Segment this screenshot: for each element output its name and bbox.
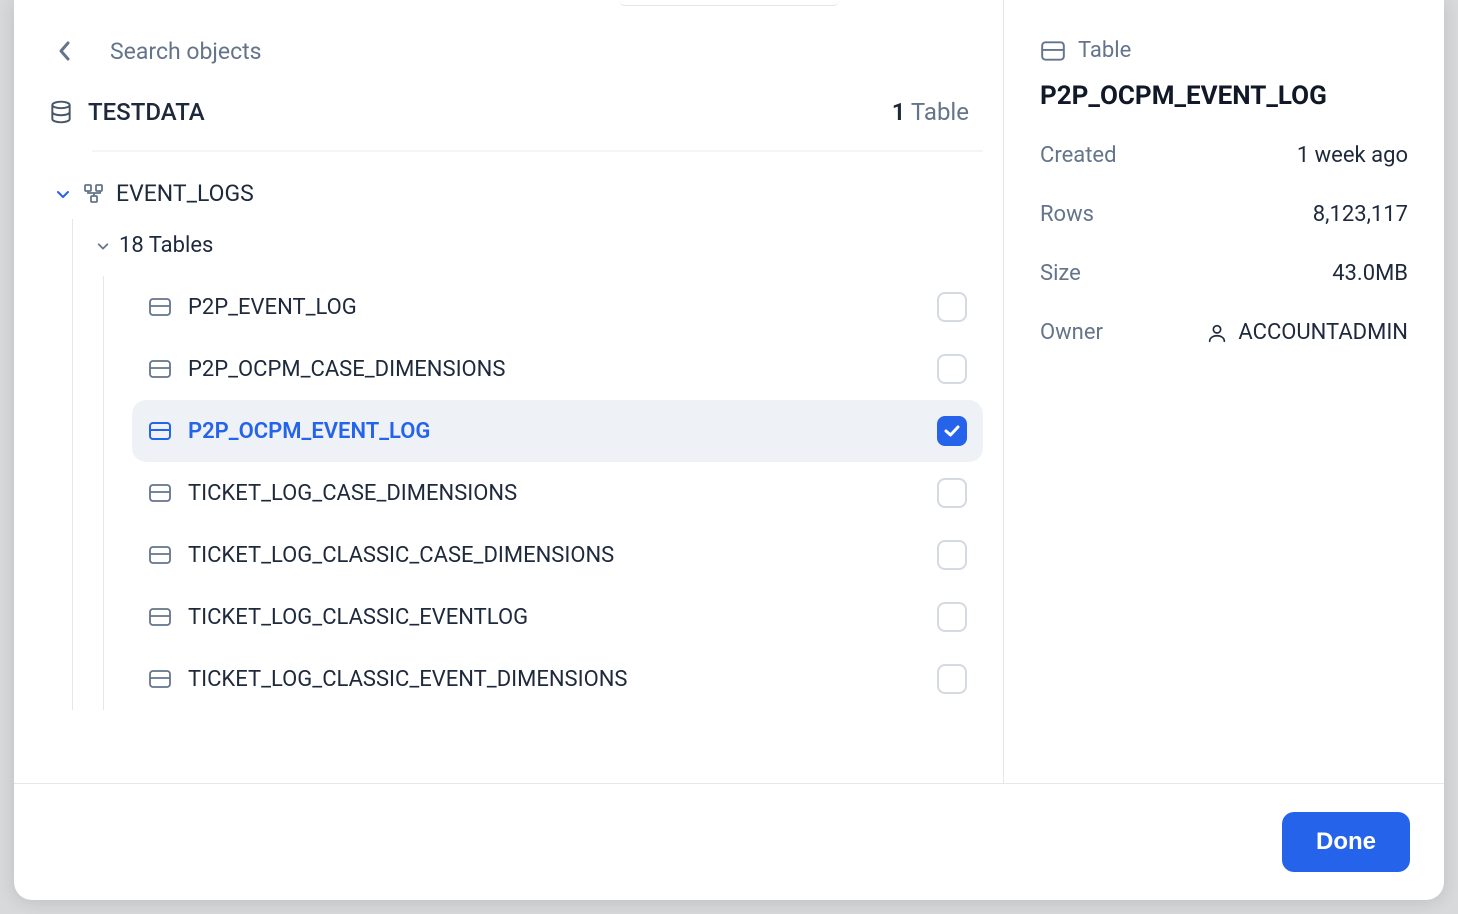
table-item[interactable]: TICKET_LOG_CLASSIC_CASE_DIMENSIONS [132, 524, 983, 586]
table-icon [148, 359, 172, 379]
table-name: TICKET_LOG_CLASSIC_EVENTLOG [188, 605, 921, 630]
table-checkbox[interactable] [937, 540, 967, 570]
meta-value: ACCOUNTADMIN [1206, 320, 1408, 345]
table-checkbox[interactable] [937, 416, 967, 446]
dialog-body: Search objects TESTDATA 1 Table [14, 0, 1444, 783]
object-browser-dialog: Search objects TESTDATA 1 Table [14, 0, 1444, 900]
database-icon [48, 99, 74, 125]
meta-row-rows: Rows 8,123,117 [1040, 192, 1408, 237]
table-item[interactable]: P2P_OCPM_CASE_DIMENSIONS [132, 338, 983, 400]
table-item[interactable]: P2P_EVENT_LOG [132, 276, 983, 338]
table-name: TICKET_LOG_CLASSIC_CASE_DIMENSIONS [188, 543, 921, 568]
meta-value: 8,123,117 [1313, 202, 1408, 227]
schema-row[interactable]: EVENT_LOGS [48, 170, 983, 219]
app-window: Search objects TESTDATA 1 Table [0, 0, 1458, 914]
table-name: TICKET_LOG_CASE_DIMENSIONS [188, 481, 921, 506]
search-input[interactable]: Search objects [110, 38, 969, 65]
meta-row-size: Size 43.0MB [1040, 251, 1408, 296]
object-kind-label: Table [1078, 38, 1131, 63]
table-name: P2P_EVENT_LOG [188, 295, 921, 320]
table-icon [148, 607, 172, 627]
table-name: P2P_OCPM_EVENT_LOG [188, 419, 921, 444]
database-name: TESTDATA [88, 98, 205, 126]
table-checkbox[interactable] [937, 664, 967, 694]
table-icon [148, 545, 172, 565]
table-icon [148, 421, 172, 441]
chevron-down-icon [54, 185, 72, 203]
meta-label: Owner [1040, 320, 1103, 345]
meta-label: Size [1040, 261, 1081, 286]
selection-count-number: 1 [892, 98, 906, 126]
user-icon [1206, 322, 1228, 344]
dialog-footer: Done [14, 783, 1444, 900]
header-row: Search objects [14, 0, 1003, 88]
truncated-row [92, 150, 983, 156]
object-title: P2P_OCPM_EVENT_LOG [1040, 81, 1408, 111]
table-item[interactable]: P2P_OCPM_EVENT_LOG [132, 400, 983, 462]
schema-children: 18 Tables P2P_EVENT_LOG [72, 219, 983, 710]
table-icon [148, 483, 172, 503]
database-row: TESTDATA 1 Table [14, 88, 1003, 150]
tables-group-label: 18 Tables [119, 233, 213, 258]
tables-list: P2P_EVENT_LOG P2P_OCPM_CASE_DIMENSIONS [103, 276, 983, 710]
schema-name: EVENT_LOGS [116, 180, 254, 207]
table-icon [1040, 40, 1066, 62]
table-name: TICKET_LOG_CLASSIC_EVENT_DIMENSIONS [188, 667, 921, 692]
meta-row-created: Created 1 week ago [1040, 133, 1408, 178]
table-icon [148, 297, 172, 317]
table-checkbox[interactable] [937, 354, 967, 384]
details-pane: Table P2P_OCPM_EVENT_LOG Created 1 week … [1004, 0, 1444, 783]
object-tree: EVENT_LOGS 18 Tables [14, 150, 1003, 710]
tree-scroll[interactable]: EVENT_LOGS 18 Tables [14, 150, 1003, 783]
meta-label: Rows [1040, 202, 1094, 227]
meta-value: 43.0MB [1332, 261, 1408, 286]
chevron-left-icon [57, 39, 73, 63]
object-kind-row: Table [1040, 38, 1408, 63]
table-checkbox[interactable] [937, 478, 967, 508]
table-item[interactable]: TICKET_LOG_CASE_DIMENSIONS [132, 462, 983, 524]
done-button[interactable]: Done [1282, 812, 1410, 872]
table-checkbox[interactable] [937, 602, 967, 632]
table-item[interactable]: TICKET_LOG_CLASSIC_EVENT_DIMENSIONS [132, 648, 983, 710]
table-icon [148, 669, 172, 689]
selection-count: 1 Table [892, 98, 969, 126]
meta-label: Created [1040, 143, 1116, 168]
tables-group-row[interactable]: 18 Tables [91, 219, 983, 276]
chevron-down-icon [95, 238, 111, 254]
schema-icon [82, 182, 106, 206]
table-checkbox[interactable] [937, 292, 967, 322]
browser-pane: Search objects TESTDATA 1 Table [14, 0, 1004, 783]
database-label: TESTDATA [48, 98, 205, 126]
dialog-handle [619, 0, 839, 6]
owner-name: ACCOUNTADMIN [1238, 320, 1408, 345]
table-item[interactable]: TICKET_LOG_CLASSIC_EVENTLOG [132, 586, 983, 648]
meta-row-owner: Owner ACCOUNTADMIN [1040, 310, 1408, 355]
selection-count-noun: Table [911, 98, 969, 126]
back-button[interactable] [48, 34, 82, 68]
table-name: P2P_OCPM_CASE_DIMENSIONS [188, 357, 921, 382]
meta-value: 1 week ago [1297, 143, 1408, 168]
